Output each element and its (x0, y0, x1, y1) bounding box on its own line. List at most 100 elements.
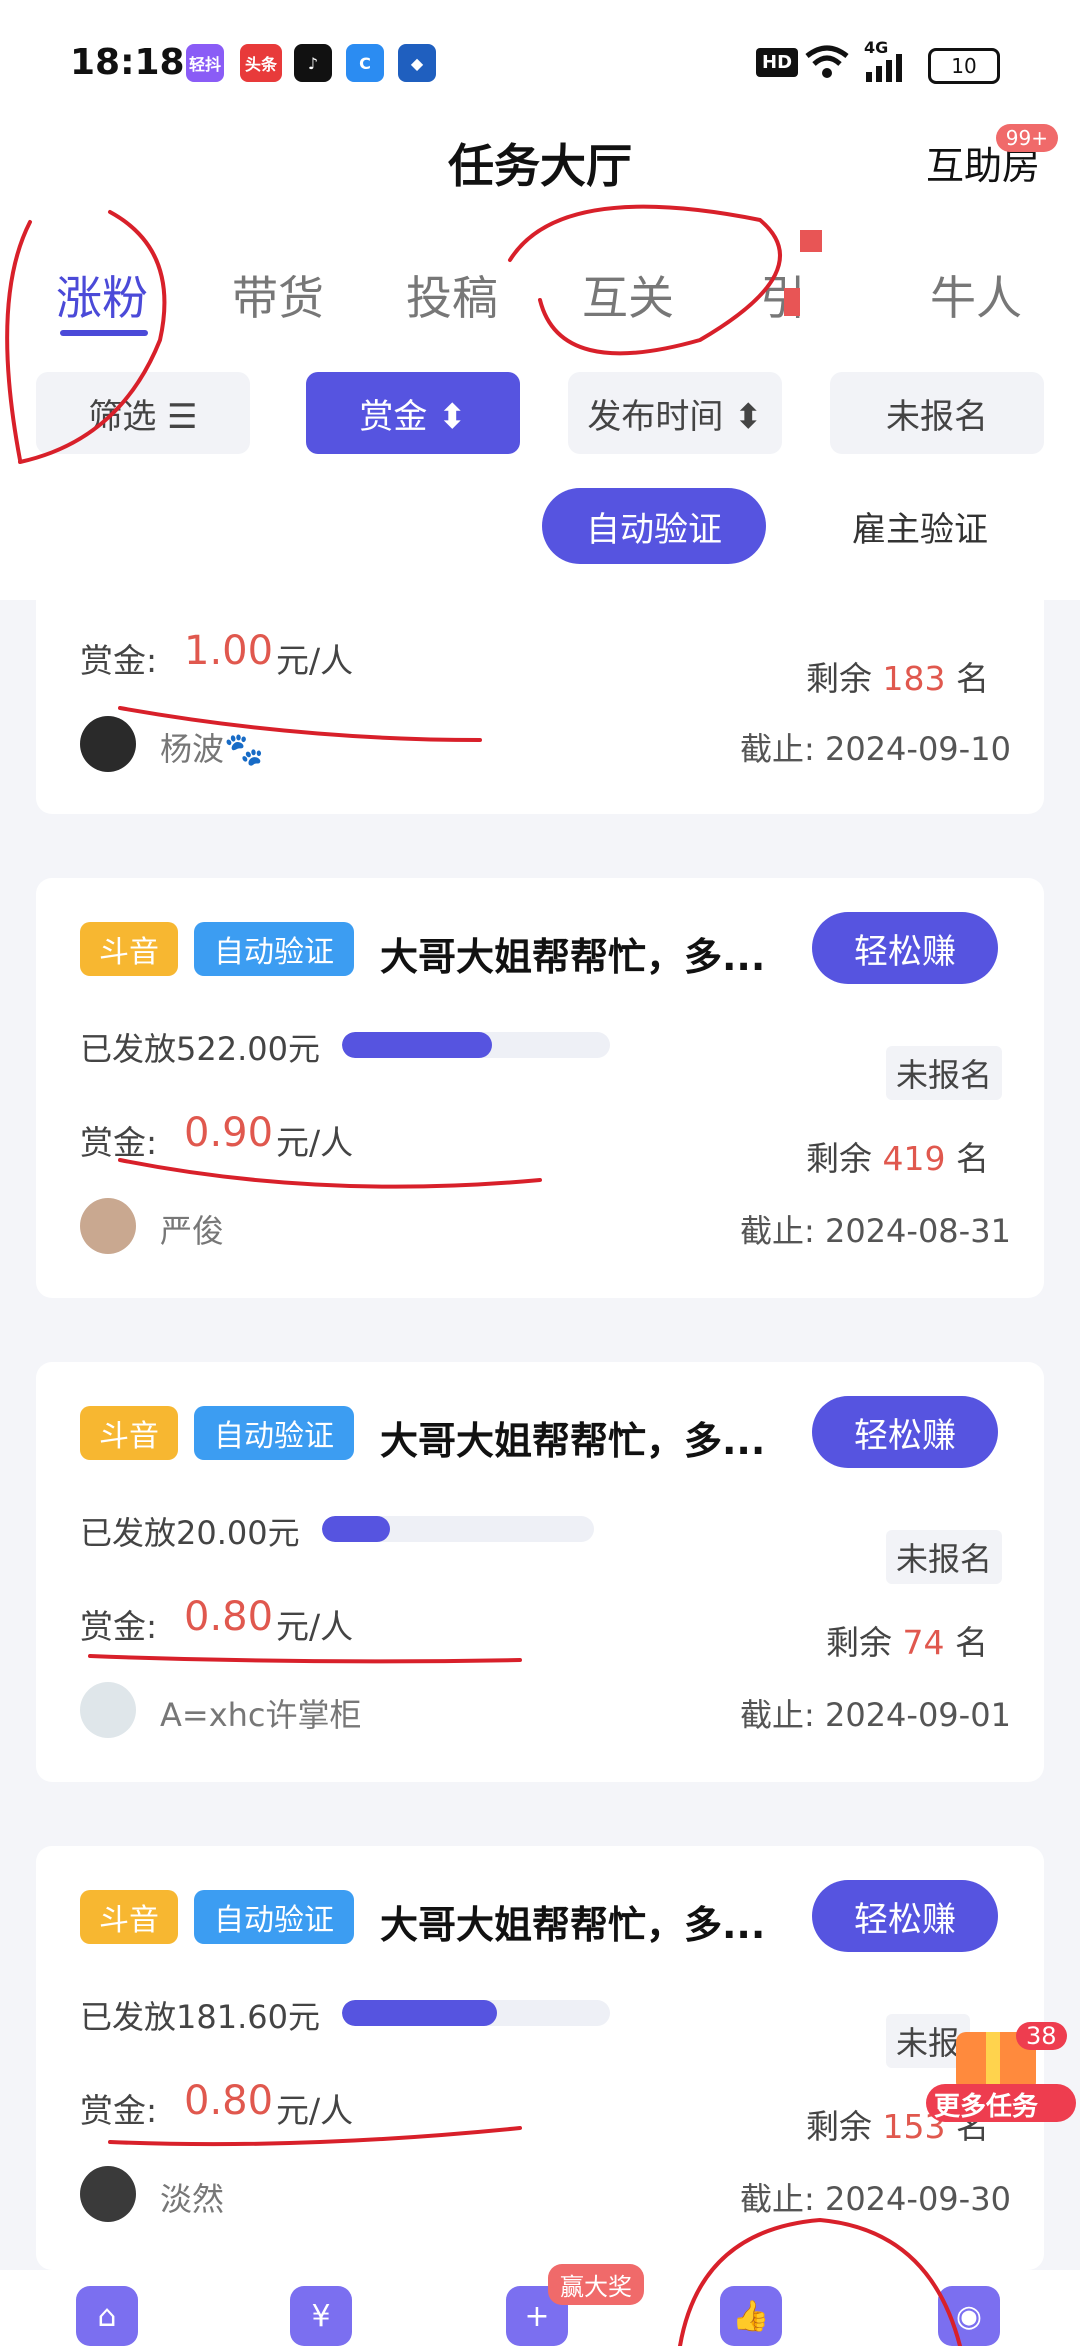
tab-expert[interactable]: 牛人 (930, 262, 1022, 328)
remaining-count: 剩余 74 名 (826, 1616, 988, 1664)
page-title: 任务大厅 (448, 139, 632, 193)
remaining-number: 419 (882, 1139, 946, 1178)
platform-badge: 斗音 (80, 1406, 178, 1460)
sort-reward-button[interactable]: 赏金 ⬍ (306, 372, 520, 454)
issued-amount: 已发放20.00元 (80, 1514, 300, 1552)
deadline: 截止: 2024-09-01 (740, 1696, 1011, 1734)
remaining-suffix: 名 (956, 659, 989, 698)
tab-overlay-fragment (800, 230, 822, 252)
reward-value: 0.90 (184, 1110, 274, 1156)
wallet-nav-button[interactable]: ¥ (290, 2286, 352, 2346)
verify-badge: 自动验证 (194, 1406, 354, 1460)
battery-level: 10 (951, 54, 977, 78)
task-title: 大哥大姐帮帮忙，多... (380, 1903, 766, 1947)
auto-verify-toggle[interactable]: 自动验证 (542, 488, 766, 564)
reward-label: 赏金: (80, 1123, 158, 1162)
task-title: 大哥大姐帮帮忙，多... (380, 1419, 766, 1463)
avatar (80, 1682, 136, 1738)
thumbs-up-icon: 👍 (732, 2298, 770, 2334)
hd-indicator: HD (756, 48, 799, 77)
tab-mutual-follow[interactable]: 互关 (582, 262, 674, 328)
tiktok-icon: ♪ (294, 44, 332, 82)
app-shield-icon: ◆ (398, 44, 436, 82)
hall-nav-button[interactable]: 👍 (720, 2286, 782, 2346)
signal-icon (866, 54, 902, 82)
avatar (80, 716, 136, 772)
remaining-suffix: 名 (956, 1139, 989, 1178)
reward-unit: 元/人 (276, 1123, 354, 1162)
task-card-partial[interactable]: 赏金: 1.00 元/人 剩余 183 名 杨波🐾 截止: 2024-09-10 (36, 600, 1044, 814)
publisher-name: A=xhc许掌柜 (160, 1696, 362, 1734)
publisher-name: 严俊 (160, 1212, 225, 1250)
deadline: 截止: 2024-09-10 (740, 730, 1011, 768)
reward-value: 0.80 (184, 2078, 274, 2124)
issued-progress-bar (322, 1516, 594, 1542)
remaining-count: 剩余 183 名 (806, 652, 989, 700)
profile-nav-button[interactable]: ◉ (938, 2286, 1000, 2346)
task-card[interactable]: 斗音 自动验证 大哥大姐帮帮忙，多... 轻松赚 已发放181.60元 未报 赏… (36, 1846, 1044, 2270)
tab-sell-goods[interactable]: 带货 (232, 262, 324, 328)
not-registered-filter[interactable]: 未报名 (830, 372, 1044, 454)
more-tasks-label: 更多任务 (934, 2092, 1039, 2122)
task-title: 大哥大姐帮帮忙，多... (380, 935, 766, 979)
remaining-count: 剩余 419 名 (806, 1132, 989, 1180)
deadline: 截止: 2024-09-30 (740, 2180, 1011, 2218)
platform-badge: 斗音 (80, 1890, 178, 1944)
issued-progress-bar (342, 1032, 610, 1058)
more-tasks-count: 38 (1016, 2022, 1067, 2050)
avatar (80, 2166, 136, 2222)
easy-earn-button[interactable]: 轻松赚 (812, 1396, 998, 1468)
task-card[interactable]: 斗音 自动验证 大哥大姐帮帮忙，多... 轻松赚 已发放20.00元 未报名 赏… (36, 1362, 1044, 1782)
more-tasks-float-button[interactable]: 更多任务 38 (926, 2022, 1076, 2122)
wifi-icon (805, 45, 849, 78)
toutiao-icon: 头条 (240, 44, 282, 82)
reward-unit: 元/人 (276, 641, 354, 680)
qingdou-icon: 轻抖 (186, 44, 224, 82)
easy-earn-button[interactable]: 轻松赚 (812, 912, 998, 984)
remaining-suffix: 名 (955, 1623, 988, 1662)
reward-value: 0.80 (184, 1594, 274, 1640)
battery-icon: 10 (928, 48, 1000, 84)
employer-verify-toggle[interactable]: 雇主验证 (820, 488, 1020, 564)
win-prize-badge: 赢大奖 (548, 2264, 644, 2305)
tab-active-indicator (60, 330, 148, 336)
registration-status: 未报名 (886, 1530, 1003, 1584)
remaining-prefix: 剩余 (806, 2107, 872, 2146)
app-c-icon: C (346, 44, 384, 82)
remaining-prefix: 剩余 (806, 659, 872, 698)
task-card[interactable]: 斗音 自动验证 大哥大姐帮帮忙，多... 轻松赚 已发放522.00元 未报名 … (36, 878, 1044, 1298)
status-time: 18:18 (70, 42, 185, 83)
reward-unit: 元/人 (276, 2091, 354, 2130)
progress-fill (342, 2000, 498, 2026)
avatar (80, 1198, 136, 1254)
verify-badge: 自动验证 (194, 922, 354, 976)
platform-badge: 斗音 (80, 922, 178, 976)
tab-submit[interactable]: 投稿 (406, 262, 498, 328)
sort-publish-time-button[interactable]: 发布时间 ⬍ (568, 372, 782, 454)
plus-icon: + (524, 2298, 550, 2334)
publisher-name: 淡然 (160, 2180, 225, 2218)
remaining-prefix: 剩余 (826, 1623, 892, 1662)
reward-label: 赏金: (80, 2091, 158, 2130)
progress-fill (342, 1032, 493, 1058)
easy-earn-button[interactable]: 轻松赚 (812, 1880, 998, 1952)
reward-unit: 元/人 (276, 1607, 354, 1646)
reward-label: 赏金: (80, 1607, 158, 1646)
tab-grow-fans[interactable]: 涨粉 (56, 262, 148, 328)
progress-fill (322, 1516, 390, 1542)
yen-icon: ¥ (311, 2298, 331, 2334)
deadline: 截止: 2024-08-31 (740, 1212, 1011, 1250)
tab-overlay-fragment-2 (784, 288, 800, 316)
registration-status: 未报名 (886, 1046, 1003, 1100)
reward-value: 1.00 (184, 628, 274, 674)
issued-amount: 已发放522.00元 (80, 1030, 320, 1068)
verify-badge: 自动验证 (194, 1890, 354, 1944)
issued-progress-bar (342, 2000, 610, 2026)
filter-button[interactable]: 筛选 ☰ (36, 372, 250, 454)
publisher-name: 杨波🐾 (160, 730, 264, 768)
helper-room-badge: 99+ (995, 124, 1058, 152)
home-nav-button[interactable]: ⌂ (76, 2286, 138, 2346)
remaining-number: 183 (882, 659, 946, 698)
remaining-prefix: 剩余 (806, 1139, 872, 1178)
issued-amount: 已发放181.60元 (80, 1998, 320, 2036)
